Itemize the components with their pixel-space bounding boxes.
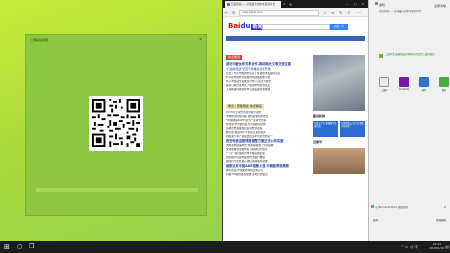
window-controls[interactable]: — □ × <box>346 1 366 8</box>
action-center: 通知 全部清除 百度新闻——全球最大的中文新闻平台 二维码生成器已成功将网址生成… <box>368 0 450 241</box>
qr-code-image <box>89 96 143 151</box>
start-icon[interactable]: ⊞ <box>4 243 10 251</box>
wechat-icon <box>439 77 449 87</box>
ad-block[interactable]: 百度云平台 数据服务全面升级 <box>313 121 338 137</box>
baijiahao-title: 百家号 <box>313 140 323 144</box>
share-target-wechat[interactable]: 微信 <box>437 77 450 92</box>
logo-bai: Bai <box>228 22 241 30</box>
search-button[interactable]: 百度一下 <box>330 24 348 30</box>
baidu-news-page: Baidu 新闻 百度一下 热点要闻 深化中欧伙伴关系合作,推动两大文明交流互鉴 … <box>223 17 368 179</box>
notification-subhead: 百度新闻——全球最大的中文新闻平台 <box>379 10 422 13</box>
new-tab-icon[interactable]: + <box>289 1 292 8</box>
baidu-logo[interactable]: Baidu 新闻 <box>228 22 264 30</box>
news-photo[interactable] <box>313 148 365 174</box>
taskbar: ⊞ ○ ❐ ^ ▭ ◁) 中 22:43 2018/1/10 ▤ <box>0 241 450 253</box>
notification-icon[interactable]: ▤ <box>445 244 449 250</box>
qr-generator-window[interactable]: 二维码生成器 × <box>25 34 207 216</box>
hub-icon[interactable]: ≡ <box>331 9 334 16</box>
news-photo[interactable] <box>313 55 365 111</box>
share-target-onenote[interactable]: OneNote <box>397 77 411 92</box>
news-link[interactable]: 上海推进科技创新中心建设取得新成效 <box>226 88 310 92</box>
action-center-title: 通知 <box>379 3 386 7</box>
hot-news-label: 热点要闻 <box>226 55 243 60</box>
onenote-icon <box>399 77 409 87</box>
app-icon <box>375 2 378 5</box>
news-column: 热点要闻 深化中欧伙伴关系合作,推动两大文明交流互鉴 "打赢攻坚战"坚定不移推进… <box>226 43 310 177</box>
share-target-label: OneNote <box>398 88 410 91</box>
ad-block[interactable]: 百度智能云 助力企业数字化转型 <box>340 121 365 137</box>
share-target-label: 二维码 <box>380 89 388 92</box>
search-input[interactable] <box>262 24 330 30</box>
back-icon[interactable]: ← <box>225 9 228 16</box>
highlight-tag[interactable]: 重点 | 聚焦两会 热点解读 <box>226 104 264 109</box>
close-button[interactable]: × <box>199 37 202 43</box>
search-icon[interactable]: ○ <box>17 243 22 251</box>
note-icon[interactable]: ✎ <box>339 9 342 16</box>
share-target-label: 邮件 <box>421 89 427 92</box>
qr-app-icon <box>379 77 389 87</box>
share-target-mail[interactable]: 邮件 <box>417 77 431 92</box>
news-link[interactable]: 科技:5G商用进程加快 多地开通试点 <box>226 173 310 177</box>
store-link[interactable]: 从 Microsoft Store 获取应用 <box>375 205 408 209</box>
task-view-icon[interactable]: ❐ <box>29 243 34 251</box>
notification-text[interactable]: 二维码生成器已成功将网址生成为二维码图片 <box>385 53 445 57</box>
share-targets: 二维码 OneNote 邮件 微信 <box>377 77 450 92</box>
window-title: 二维码生成器 <box>30 38 49 42</box>
share-target-qr[interactable]: 二维码 <box>377 77 391 92</box>
expand-link[interactable]: 展开 <box>373 218 378 222</box>
qr-code-icon <box>92 99 140 147</box>
browser-tab[interactable]: 百度新闻——全球最大的中文新闻平台 <box>225 1 281 8</box>
store-icon <box>371 205 374 208</box>
app-icon <box>379 54 383 58</box>
more-icon[interactable]: ··· <box>357 9 361 16</box>
tab-close-icon[interactable]: × <box>283 1 286 8</box>
mail-icon <box>419 77 429 87</box>
system-tray[interactable]: ^ ▭ ◁) 中 <box>401 244 418 250</box>
favicon-icon <box>227 3 230 6</box>
close-icon[interactable]: × <box>443 205 446 209</box>
refresh-icon[interactable]: ↻ <box>232 9 235 16</box>
desktop: 二维码生成器 × <box>0 0 222 241</box>
favorites-icon[interactable]: ☆ <box>323 9 327 16</box>
share-target-label: 微信 <box>441 89 447 92</box>
news-nav-strip[interactable] <box>226 36 365 41</box>
progress-bar <box>36 188 198 192</box>
tab-bar: 百度新闻——全球最大的中文新闻平台 × + — □ × <box>223 0 368 8</box>
nav-bar: ← ↻ news.baidu.com ☆ ≡ ✎ ⇪ ··· <box>223 8 368 17</box>
manage-notifications-link[interactable]: 管理通知 <box>436 218 446 222</box>
clock[interactable]: 22:43 2018/1/10 <box>430 242 444 250</box>
address-bar[interactable]: news.baidu.com <box>239 9 319 16</box>
picture-column: 图说新闻 百度云平台 数据服务全面升级 百度智能云 助力企业数字化转型 百家号 <box>313 43 365 177</box>
clear-all-button[interactable]: 全部清除 <box>434 4 446 8</box>
share-icon[interactable]: ⇪ <box>347 9 350 16</box>
pic-section-title: 图说新闻 <box>313 114 326 118</box>
logo-du: du <box>240 22 251 30</box>
clock-date: 2018/1/10 <box>429 246 444 250</box>
tab-title: 百度新闻——全球最大的中文新闻平台 <box>231 3 276 6</box>
browser-window: 百度新闻——全球最大的中文新闻平台 × + — □ × ← ↻ news.bai… <box>222 0 368 241</box>
